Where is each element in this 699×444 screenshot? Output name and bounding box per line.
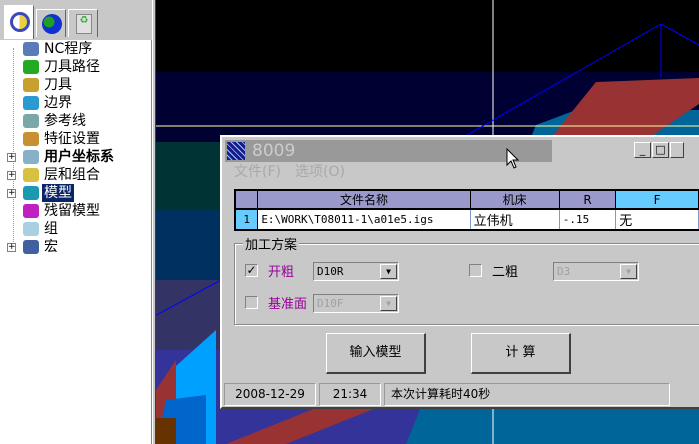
tree-node-icon (23, 222, 39, 236)
second-rough-label: 二粗 (492, 265, 519, 280)
cell-f[interactable]: 无 (615, 209, 699, 230)
compute-button[interactable]: 计 算 (471, 333, 571, 374)
chevron-down-icon[interactable]: ▼ (380, 264, 397, 279)
tree-item-label: 边界 (44, 95, 72, 111)
chevron-down-icon[interactable]: ▼ (620, 264, 637, 279)
expand-icon[interactable]: + (7, 153, 16, 162)
header-rownum (235, 190, 259, 210)
tree-item-5[interactable]: 特征设置 (0, 130, 150, 148)
mouse-cursor-icon (506, 148, 520, 169)
menu-file[interactable]: 文件(F) (234, 161, 281, 181)
explorer-tabs: ♻ (0, 0, 152, 40)
datum-face-checkbox[interactable] (245, 296, 258, 309)
table-header-row: 文件名称 机床 R F (235, 190, 699, 210)
tree-item-11[interactable]: + 宏 (0, 238, 150, 256)
tree-node-icon (23, 78, 39, 92)
cell-filename[interactable]: E:\WORK\T08011-1\a01e5.igs (257, 209, 471, 230)
recycle-bin-icon: ♻ (76, 14, 92, 34)
tree-node-icon (23, 168, 39, 182)
tree-node-icon (23, 150, 39, 164)
tree-item-6[interactable]: + 用户坐标系 (0, 148, 150, 166)
menu-options[interactable]: 选项(O) (295, 161, 345, 181)
expand-icon[interactable]: + (7, 189, 16, 198)
status-time: 21:34 (319, 383, 381, 406)
tree-item-label: 用户坐标系 (44, 149, 114, 165)
tree-node-icon (23, 114, 39, 128)
dialog-title: 8009 (252, 141, 296, 161)
tree-item-label: NC程序 (44, 41, 93, 57)
header-machine[interactable]: 机床 (470, 190, 560, 210)
tree-node-icon (23, 186, 39, 200)
tree-item-0[interactable]: NC程序 (0, 40, 150, 58)
tree-node-icon (23, 42, 39, 56)
header-filename[interactable]: 文件名称 (257, 190, 471, 210)
tree-node-icon (23, 132, 39, 146)
header-r[interactable]: R (559, 190, 617, 210)
status-message: 本次计算耗时40秒 (384, 383, 670, 406)
group-title: 加工方案 (243, 234, 300, 253)
dialog-8009: 8009 _ □ 文件(F) 选项(O) 文件名称 机床 R F 1 E:\WO… (220, 135, 699, 409)
machining-plan-group: 加工方案 ✓ 开粗 D10R ▼ 二粗 D3 ▼ 基准面 D10F ▼ (234, 234, 699, 325)
tree-item-3[interactable]: 边界 (0, 94, 150, 112)
maximize-button[interactable]: □ (652, 142, 669, 158)
nc-program-icon (10, 12, 30, 32)
tree-item-label: 刀具 (44, 77, 72, 93)
second-rough-tool-value: D3 (557, 265, 571, 278)
tree-item-label: 参考线 (44, 113, 86, 129)
tree-item-label: 组 (44, 221, 58, 237)
tree-item-10[interactable]: 组 (0, 220, 150, 238)
tree-item-label: 层和组合 (44, 167, 100, 183)
tree-node-icon (23, 240, 39, 254)
file-table: 文件名称 机床 R F 1 E:\WORK\T08011-1\a01e5.igs… (234, 189, 699, 231)
tree-item-label: 模型 (42, 184, 74, 202)
tree-node-icon (23, 60, 39, 74)
tree-item-2[interactable]: 刀具 (0, 76, 150, 94)
rough-tool-value: D10R (317, 265, 344, 278)
cell-r[interactable]: -.15 (559, 209, 617, 230)
import-model-button[interactable]: 输入模型 (326, 333, 426, 374)
tree-item-9[interactable]: 残留模型 (0, 202, 150, 220)
tree-item-label: 宏 (44, 239, 58, 255)
tree-item-8[interactable]: + 模型 (0, 184, 150, 202)
expand-icon[interactable]: + (7, 243, 16, 252)
tree-item-7[interactable]: + 层和组合 (0, 166, 150, 184)
datum-face-tool-select[interactable]: D10F ▼ (313, 294, 399, 313)
cell-machine[interactable]: 立伟机 (470, 209, 560, 230)
app-icon (227, 142, 245, 160)
tab-recycle-bin[interactable]: ♻ (68, 9, 98, 37)
tree-item-1[interactable]: 刀具路径 (0, 58, 150, 76)
close-button[interactable] (670, 142, 684, 158)
tree-item-label: 刀具路径 (44, 59, 100, 75)
tree-item-label: 残留模型 (44, 203, 100, 219)
minimize-button[interactable]: _ (634, 142, 651, 158)
status-date: 2008-12-29 (224, 383, 316, 406)
table-row[interactable]: 1 E:\WORK\T08011-1\a01e5.igs 立伟机 -.15 无 (235, 209, 699, 230)
dialog-titlebar[interactable]: 8009 (225, 140, 552, 162)
datum-face-label: 基准面 (268, 297, 308, 312)
rough-tool-select[interactable]: D10R ▼ (313, 262, 399, 281)
rough-checkbox[interactable]: ✓ (245, 264, 258, 277)
second-rough-tool-select[interactable]: D3 ▼ (553, 262, 639, 281)
tab-globe[interactable] (36, 9, 66, 37)
expand-icon[interactable]: + (7, 171, 16, 180)
header-f[interactable]: F (615, 190, 699, 210)
tree-node-icon (23, 204, 39, 218)
tree-node-icon (23, 96, 39, 110)
datum-face-tool-value: D10F (317, 297, 344, 310)
explorer-panel: ♻ NC程序刀具路径刀具边界参考线特征设置 + 用户坐标系 + 层和组合 + 模型 残留模型组… (0, 0, 152, 444)
tree-item-4[interactable]: 参考线 (0, 112, 150, 130)
second-rough-checkbox[interactable] (469, 264, 482, 277)
cell-rownum[interactable]: 1 (235, 209, 259, 230)
tab-nc-program[interactable] (4, 5, 34, 39)
rough-label: 开粗 (268, 265, 295, 280)
globe-icon (42, 14, 62, 34)
tree-item-label: 特征设置 (44, 131, 100, 147)
chevron-down-icon[interactable]: ▼ (380, 296, 397, 311)
